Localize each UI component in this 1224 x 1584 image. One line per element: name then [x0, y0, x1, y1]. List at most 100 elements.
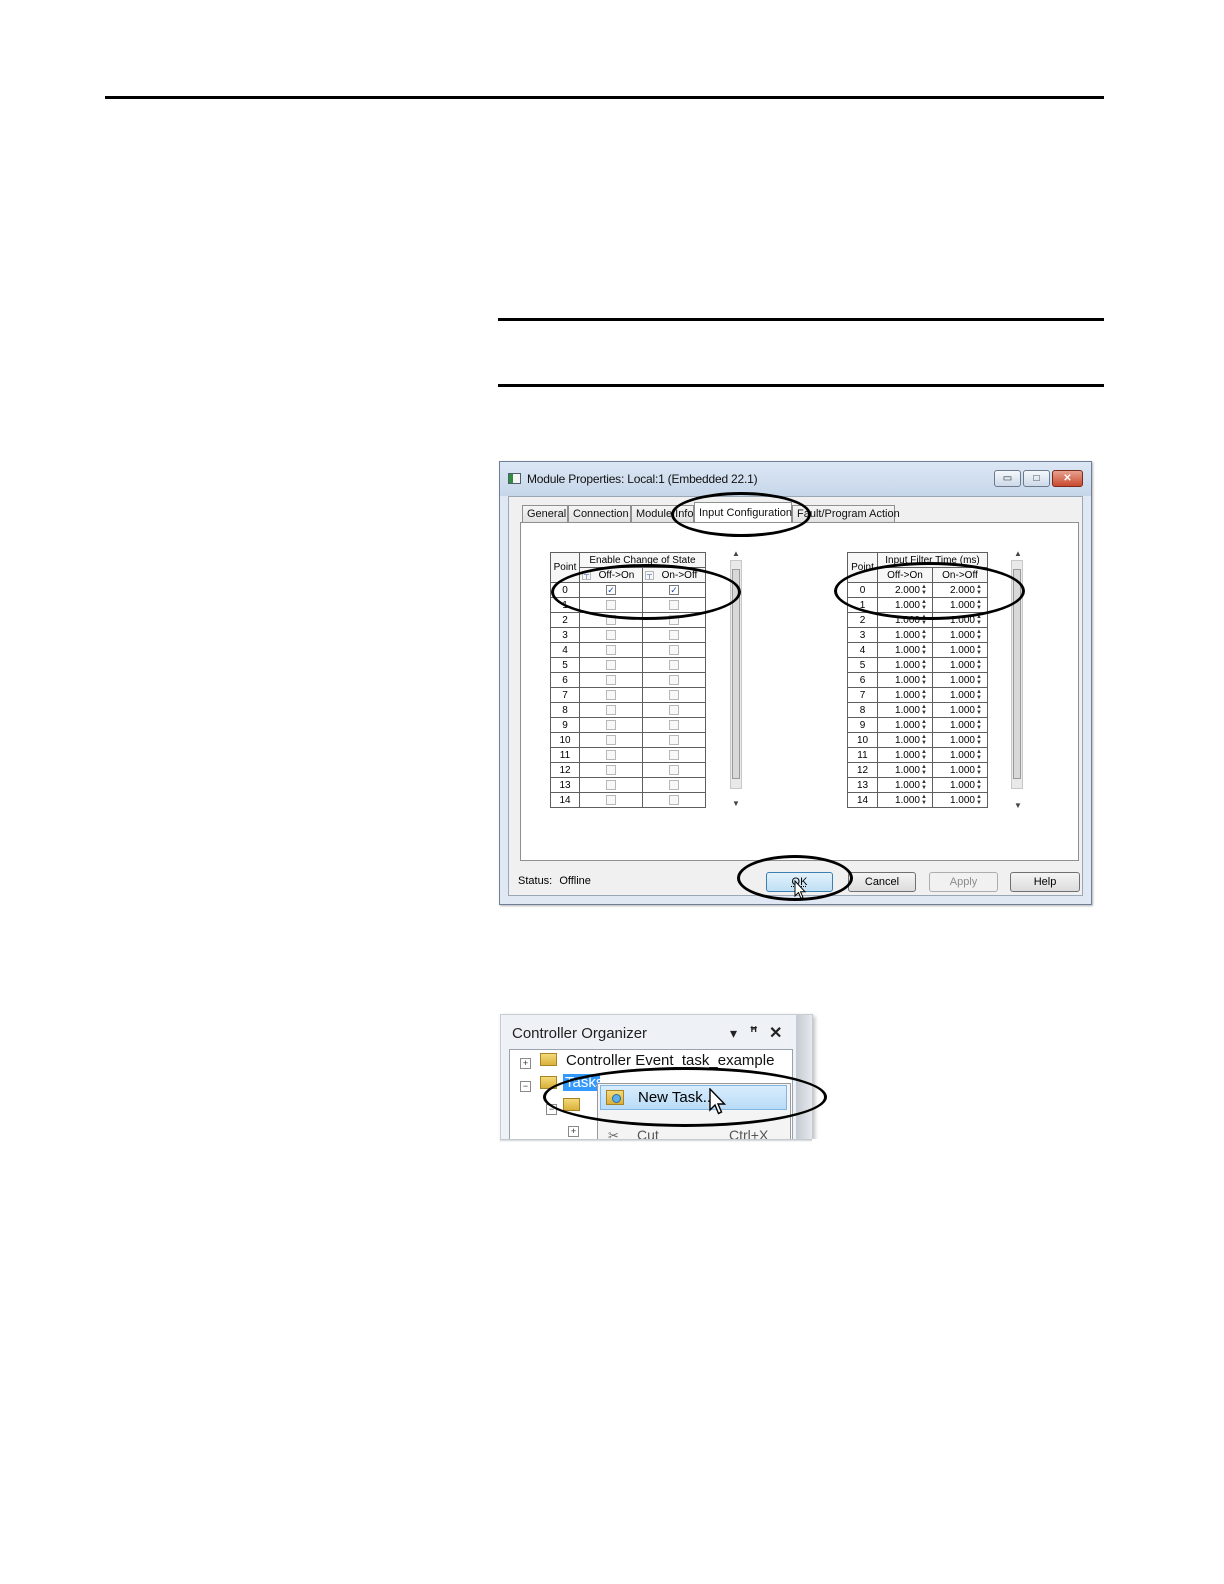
- tab-fault-program-action[interactable]: Fault/Program Action: [792, 505, 900, 522]
- cos-checkbox-off-on[interactable]: [606, 749, 616, 760]
- filter-cell-off-on[interactable]: 1.000▲ ▼: [877, 687, 933, 703]
- cos-checkbox-on-off[interactable]: [669, 719, 679, 730]
- filter-cell-off-on[interactable]: 1.000▲ ▼: [877, 717, 933, 733]
- filter-value-on-off[interactable]: 1.000: [937, 630, 975, 641]
- filter-value-on-off[interactable]: 1.000: [937, 795, 975, 806]
- spinner-icon[interactable]: ▲ ▼: [975, 644, 983, 656]
- spinner-icon[interactable]: ▲ ▼: [975, 794, 983, 806]
- spinner-icon[interactable]: ▲ ▼: [920, 779, 928, 791]
- cos-checkbox-off-on[interactable]: [606, 734, 616, 745]
- cos-checkbox-on-off[interactable]: [669, 764, 679, 775]
- filter-cell-on-off[interactable]: 1.000▲ ▼: [932, 642, 988, 658]
- filter-cell-on-off[interactable]: 1.000▲ ▼: [932, 612, 988, 628]
- cos-checkbox-off-on[interactable]: [606, 644, 616, 655]
- cos-checkbox-on-off[interactable]: [669, 704, 679, 715]
- spinner-icon[interactable]: ▲ ▼: [975, 659, 983, 671]
- filter-value-on-off[interactable]: 1.000: [937, 765, 975, 776]
- filter-value-off-on[interactable]: 1.000: [882, 750, 920, 761]
- spinner-icon[interactable]: ▲ ▼: [920, 704, 928, 716]
- filter-cell-off-on[interactable]: 1.000▲ ▼: [877, 627, 933, 643]
- tab-module-info[interactable]: Module Info: [631, 505, 694, 522]
- filter-cell-on-off[interactable]: 1.000▲ ▼: [932, 747, 988, 763]
- filter-cell-off-on[interactable]: 1.000▲ ▼: [877, 762, 933, 778]
- filter-value-off-on[interactable]: 1.000: [882, 705, 920, 716]
- spinner-icon[interactable]: ▲ ▼: [920, 599, 928, 611]
- select-all-off-on-checkbox[interactable]: ┬: [582, 570, 591, 580]
- select-all-on-off-checkbox[interactable]: ┬: [645, 570, 654, 580]
- filter-value-off-on[interactable]: 1.000: [882, 690, 920, 701]
- cos-col-on-off[interactable]: ┬ On->Off: [642, 567, 706, 583]
- cos-checkbox-on-off[interactable]: [669, 644, 679, 655]
- filter-scroll-up-icon[interactable]: ▲: [1014, 549, 1022, 558]
- filter-cell-off-on[interactable]: 2.000▲ ▼: [877, 582, 933, 598]
- cos-scroll-down-icon[interactable]: ▼: [732, 799, 740, 808]
- collapse-subtask-icon[interactable]: −: [546, 1104, 557, 1115]
- filter-value-off-on[interactable]: 2.000: [882, 585, 920, 596]
- filter-value-on-off[interactable]: 1.000: [937, 600, 975, 611]
- filter-cell-on-off[interactable]: 1.000▲ ▼: [932, 687, 988, 703]
- cos-checkbox-on-off[interactable]: [669, 659, 679, 670]
- cos-checkbox-off-on[interactable]: [606, 659, 616, 670]
- tab-general[interactable]: General: [522, 505, 568, 522]
- filter-cell-on-off[interactable]: 1.000▲ ▼: [932, 792, 988, 808]
- cos-checkbox-on-off[interactable]: [669, 599, 679, 610]
- close-icon[interactable]: ✕: [769, 1023, 782, 1043]
- cos-checkbox-off-on[interactable]: [606, 614, 616, 625]
- maximize-button[interactable]: □: [1023, 470, 1050, 487]
- cos-checkbox-off-on[interactable]: [606, 764, 616, 775]
- help-button[interactable]: Help: [1010, 872, 1080, 892]
- dialog-title-bar[interactable]: Module Properties: Local:1 (Embedded 22.…: [500, 462, 1091, 496]
- filter-cell-on-off[interactable]: 1.000▲ ▼: [932, 657, 988, 673]
- filter-value-off-on[interactable]: 1.000: [882, 615, 920, 626]
- cos-checkbox-off-on[interactable]: [606, 794, 616, 805]
- spinner-icon[interactable]: ▲ ▼: [975, 749, 983, 761]
- cos-checkbox-off-on[interactable]: [606, 674, 616, 685]
- cos-checkbox-on-off[interactable]: [669, 614, 679, 625]
- cos-col-off-on[interactable]: ┬ Off->On: [579, 567, 643, 583]
- spinner-icon[interactable]: ▲ ▼: [920, 614, 928, 626]
- cos-checkbox-off-on[interactable]: [606, 689, 616, 700]
- cos-scrollbar-thumb[interactable]: [732, 569, 740, 779]
- cos-checkbox-off-on[interactable]: [606, 599, 616, 610]
- filter-cell-off-on[interactable]: 1.000▲ ▼: [877, 672, 933, 688]
- tree-node-controller[interactable]: Controller Event_task_example: [566, 1052, 774, 1069]
- filter-value-off-on[interactable]: 1.000: [882, 735, 920, 746]
- filter-value-on-off[interactable]: 1.000: [937, 735, 975, 746]
- cos-scroll-up-icon[interactable]: ▲: [732, 549, 740, 558]
- collapse-tasks-icon[interactable]: −: [520, 1081, 531, 1092]
- filter-value-off-on[interactable]: 1.000: [882, 795, 920, 806]
- cos-checkbox-off-on[interactable]: [606, 779, 616, 790]
- filter-value-on-off[interactable]: 1.000: [937, 780, 975, 791]
- filter-cell-on-off[interactable]: 1.000▲ ▼: [932, 777, 988, 793]
- menu-item-new-task[interactable]: New Task...: [600, 1085, 787, 1110]
- filter-value-on-off[interactable]: 1.000: [937, 705, 975, 716]
- filter-value-on-off[interactable]: 1.000: [937, 615, 975, 626]
- filter-cell-on-off[interactable]: 1.000▲ ▼: [932, 597, 988, 613]
- spinner-icon[interactable]: ▲ ▼: [920, 644, 928, 656]
- pin-icon[interactable]: ꟸ: [750, 1024, 758, 1040]
- filter-cell-on-off[interactable]: 2.000▲ ▼: [932, 582, 988, 598]
- spinner-icon[interactable]: ▲ ▼: [975, 689, 983, 701]
- close-button[interactable]: ✕: [1052, 470, 1083, 487]
- cos-checkbox-on-off[interactable]: [669, 629, 679, 640]
- cancel-button[interactable]: Cancel: [848, 872, 916, 892]
- filter-cell-on-off[interactable]: 1.000▲ ▼: [932, 762, 988, 778]
- dropdown-icon[interactable]: ▾: [730, 1025, 737, 1042]
- filter-value-on-off[interactable]: 1.000: [937, 675, 975, 686]
- spinner-icon[interactable]: ▲ ▼: [920, 794, 928, 806]
- cos-checkbox-off-on[interactable]: [606, 704, 616, 715]
- apply-button[interactable]: Apply: [929, 872, 998, 892]
- tree-node-tasks[interactable]: Tasks: [563, 1074, 600, 1091]
- cos-checkbox-on-off[interactable]: [669, 779, 679, 790]
- filter-value-off-on[interactable]: 1.000: [882, 645, 920, 656]
- filter-cell-on-off[interactable]: 1.000▲ ▼: [932, 702, 988, 718]
- filter-value-on-off[interactable]: 1.000: [937, 660, 975, 671]
- cos-checkbox-on-off[interactable]: [669, 674, 679, 685]
- filter-cell-off-on[interactable]: 1.000▲ ▼: [877, 657, 933, 673]
- cos-checkbox-on-off[interactable]: [669, 734, 679, 745]
- cos-checkbox-on-off[interactable]: ✓: [669, 584, 679, 595]
- spinner-icon[interactable]: ▲ ▼: [975, 674, 983, 686]
- spinner-icon[interactable]: ▲ ▼: [975, 704, 983, 716]
- spinner-icon[interactable]: ▲ ▼: [975, 734, 983, 746]
- spinner-icon[interactable]: ▲ ▼: [920, 734, 928, 746]
